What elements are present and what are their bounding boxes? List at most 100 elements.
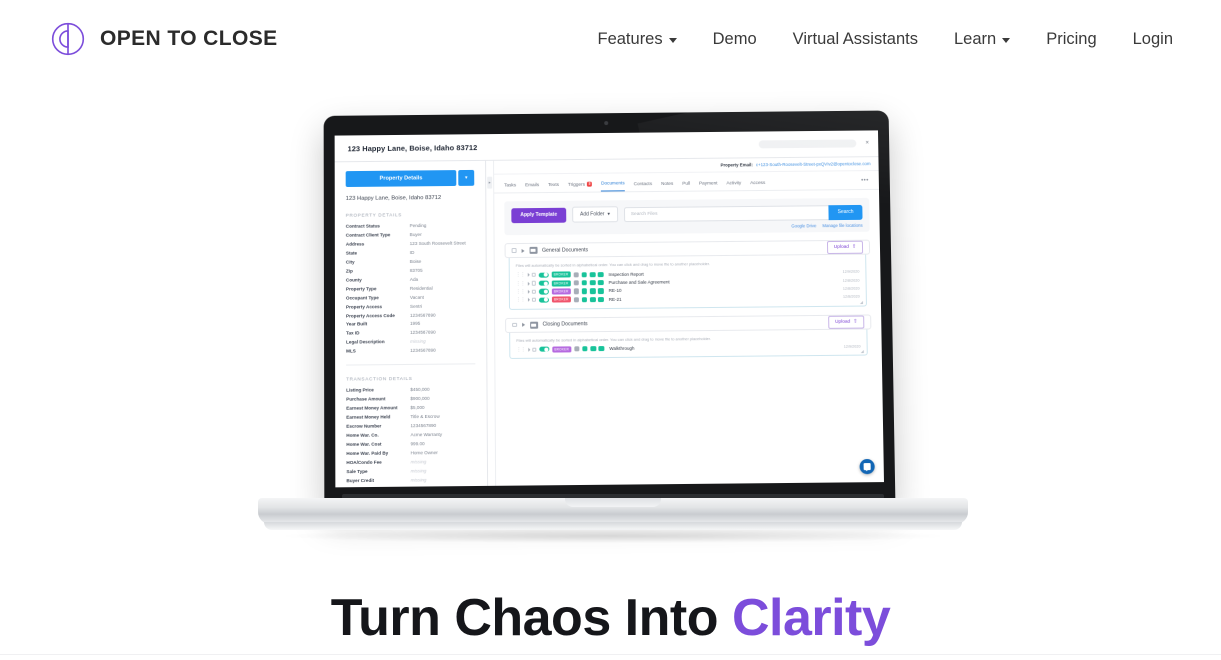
drag-handle-icon[interactable]: ⋮⋮ — [516, 272, 525, 278]
drag-handle-icon[interactable]: ⋮⋮ — [516, 280, 525, 286]
resize-handle-icon[interactable]: ◢ — [861, 349, 865, 354]
add-folder-button[interactable]: Add Folder ▾ — [571, 206, 618, 223]
tab-triggers[interactable]: Triggers 3 — [568, 181, 593, 191]
file-role-pill: BROKER — [551, 296, 571, 303]
detail-value: 1234567890 — [410, 330, 436, 336]
file-name[interactable]: RE-10 — [609, 288, 622, 293]
file-name[interactable]: RE-21 — [609, 297, 622, 302]
file-checkbox[interactable] — [532, 347, 537, 352]
app-search-pill[interactable] — [758, 139, 857, 149]
file-row[interactable]: ⋮⋮ BROKER Walkthrough 12/9/2020 — [516, 342, 860, 354]
folder-checkbox[interactable] — [511, 248, 517, 253]
file-action-chip[interactable] — [581, 280, 588, 286]
nav-item-pricing[interactable]: Pricing — [1046, 30, 1096, 49]
chevron-right-icon[interactable] — [527, 273, 530, 278]
folder-name: General Documents — [542, 246, 589, 254]
file-action-chip[interactable] — [573, 288, 580, 295]
section-divider — [0, 654, 1221, 655]
open-to-close-circle-logo-icon — [51, 22, 85, 56]
tab-texts[interactable]: Texts — [548, 182, 559, 192]
drag-handle-icon[interactable]: ⋮⋮ — [516, 297, 525, 303]
chevron-right-icon[interactable] — [521, 248, 525, 253]
tab-contacts[interactable]: Contacts — [634, 181, 653, 191]
folder-hint: Files will automatically be sorted in al… — [515, 261, 710, 268]
apply-template-button[interactable]: Apply Template — [511, 207, 567, 223]
tab-pull[interactable]: Pull — [682, 180, 690, 190]
file-action-chip[interactable] — [582, 346, 588, 352]
file-action-chip[interactable] — [589, 288, 596, 294]
tab-documents[interactable]: Documents — [601, 180, 625, 192]
chevron-right-icon[interactable] — [527, 347, 530, 352]
nav-item-login[interactable]: Login — [1133, 30, 1173, 49]
upload-icon: ⇧ — [851, 244, 857, 250]
brand-logo[interactable]: OPEN TO CLOSE — [50, 21, 278, 57]
property-email-value[interactable]: c+123-South-Roosevelt-Street-pxQVIv2@ope… — [756, 161, 871, 167]
chat-bubble-icon[interactable] — [859, 458, 875, 475]
drag-handle-icon[interactable]: ⋮⋮ — [516, 347, 525, 353]
file-action-chip[interactable] — [589, 296, 596, 303]
file-checkbox[interactable] — [532, 289, 537, 294]
file-toggle[interactable] — [538, 280, 549, 286]
file-action-chip[interactable] — [597, 271, 604, 278]
manage-file-locations-link[interactable]: Manage file locations — [822, 223, 862, 228]
file-name[interactable]: Walkthrough — [609, 346, 634, 351]
nav-item-features[interactable]: Features — [598, 30, 677, 49]
file-action-chip[interactable] — [573, 280, 580, 286]
folder-icon — [529, 321, 538, 329]
upload-button[interactable]: Upload ⇧ — [827, 315, 865, 329]
open-to-close-app: 123 Happy Lane, Boise, Idaho 83712 × Pro… — [334, 130, 884, 488]
file-checkbox[interactable] — [532, 297, 537, 303]
transaction-details-list: Listing Price $450,000 Purchase Amount $90… — [346, 386, 476, 487]
file-action-chip[interactable] — [581, 271, 588, 278]
file-action-chip[interactable] — [597, 288, 604, 294]
rail-expand-button[interactable]: ▸ — [487, 176, 493, 189]
nav-item-learn[interactable]: Learn — [954, 30, 1011, 49]
file-action-chip[interactable] — [597, 279, 604, 286]
tab-tasks[interactable]: Tasks — [504, 182, 516, 192]
tab-notes[interactable]: Notes — [661, 180, 673, 190]
laptop-base-slab — [258, 498, 968, 524]
overflow-menu-icon[interactable]: ••• — [861, 178, 869, 189]
property-details-dropdown-button[interactable]: ▾ — [458, 169, 475, 186]
detail-value: Residential — [409, 285, 433, 291]
file-action-chip[interactable] — [573, 271, 579, 278]
tab-payment[interactable]: Payment — [699, 180, 718, 190]
file-action-chip[interactable] — [581, 296, 588, 303]
file-toggle[interactable] — [538, 297, 549, 303]
file-toggle[interactable] — [538, 288, 549, 295]
file-action-chip[interactable] — [573, 346, 580, 352]
file-name[interactable]: Inspection Report — [609, 271, 644, 276]
tab-access[interactable]: Access — [750, 180, 765, 190]
folder-checkbox[interactable] — [512, 322, 517, 328]
file-name[interactable]: Purchase and Sale Agreement — [609, 280, 670, 286]
file-action-chip[interactable] — [573, 296, 580, 303]
search-files-input[interactable]: Search Files — [623, 204, 829, 222]
tab-activity[interactable]: Activity — [726, 180, 741, 190]
file-action-chip[interactable] — [581, 288, 588, 294]
laptop-lid: 123 Happy Lane, Boise, Idaho 83712 × Pro… — [323, 110, 896, 508]
google-drive-link[interactable]: Google Drive — [791, 223, 816, 228]
file-checkbox[interactable] — [531, 281, 537, 286]
file-action-chip[interactable] — [589, 280, 596, 286]
chevron-right-icon[interactable] — [527, 298, 530, 303]
resize-handle-icon[interactable]: ◢ — [860, 299, 864, 304]
nav-item-virtual-assistants[interactable]: Virtual Assistants — [793, 30, 918, 49]
close-icon[interactable]: × — [856, 140, 878, 146]
chevron-right-icon[interactable] — [521, 322, 525, 327]
upload-button[interactable]: Upload ⇧ — [826, 240, 864, 255]
file-toggle[interactable] — [539, 346, 550, 353]
nav-item-demo[interactable]: Demo — [713, 30, 757, 49]
property-details-button[interactable]: Property Details — [345, 170, 457, 188]
detail-row: MLS 1234567890 — [346, 347, 475, 357]
file-action-chip[interactable] — [589, 271, 596, 278]
file-toggle[interactable] — [538, 272, 549, 278]
search-button[interactable]: Search — [828, 204, 863, 220]
drag-handle-icon[interactable]: ⋮⋮ — [516, 289, 525, 295]
file-action-chip[interactable] — [598, 296, 604, 303]
file-action-chip[interactable] — [598, 346, 605, 352]
chevron-right-icon[interactable] — [527, 281, 530, 286]
tab-emails[interactable]: Emails — [525, 182, 539, 192]
file-action-chip[interactable] — [590, 346, 596, 352]
file-checkbox[interactable] — [531, 272, 537, 278]
chevron-right-icon[interactable] — [527, 289, 530, 294]
